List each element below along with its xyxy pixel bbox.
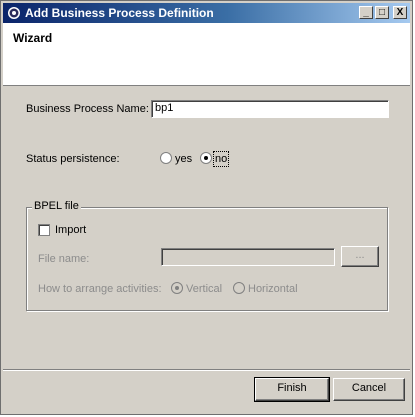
cancel-button[interactable]: Cancel [333,378,405,401]
arrange-activities-label: How to arrange activities: [38,283,162,295]
vertical-radio[interactable] [171,282,183,294]
wizard-header: Wizard [3,23,410,86]
close-button[interactable]: X [393,6,407,19]
minimize-button[interactable]: _ [359,6,373,19]
status-persistence-label: Status persistence: [26,153,120,165]
bp-name-label: Business Process Name: [26,103,149,115]
eclipse-icon [8,7,20,19]
status-yes-label[interactable]: yes [175,153,192,165]
finish-button[interactable]: Finish [254,377,330,402]
browse-button[interactable]: ... [341,246,379,267]
window-title: Add Business Process Definition [25,6,214,20]
horizontal-label[interactable]: Horizontal [248,283,298,295]
wizard-heading: Wizard [13,31,53,45]
footer-separator [3,369,410,371]
title-bar[interactable]: Add Business Process Definition _ □ X [3,3,410,23]
status-no-radio[interactable] [200,152,212,164]
file-name-input[interactable] [161,248,335,266]
dialog-window: Add Business Process Definition _ □ X Wi… [0,0,413,415]
horizontal-radio[interactable] [233,282,245,294]
file-name-label: File name: [38,253,90,265]
vertical-label[interactable]: Vertical [186,283,222,295]
import-label[interactable]: Import [55,224,86,236]
import-checkbox[interactable] [38,224,50,236]
bpel-group-title: BPEL file [32,200,81,212]
bp-name-input[interactable]: bp1 [151,100,389,118]
status-yes-radio[interactable] [160,152,172,164]
maximize-button[interactable]: □ [375,6,389,19]
status-no-label[interactable]: no [212,151,230,167]
